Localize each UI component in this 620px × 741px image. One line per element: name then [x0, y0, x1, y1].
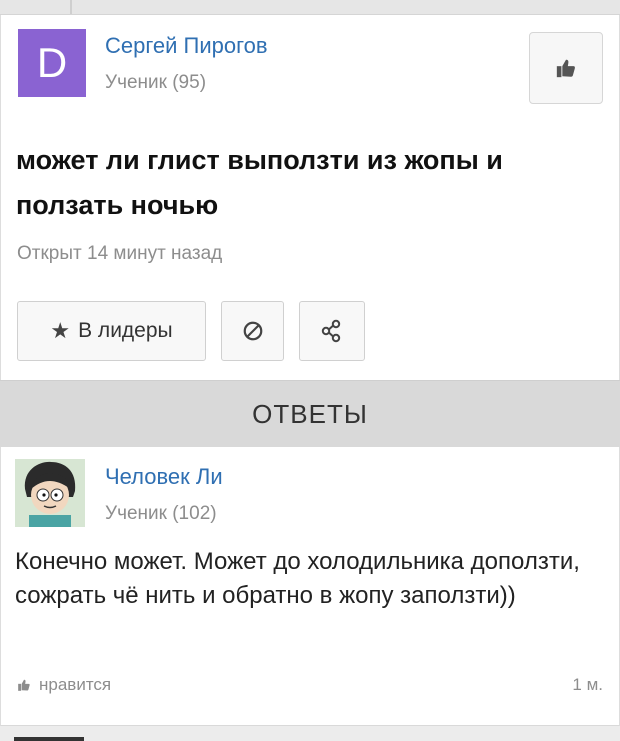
next-answer-edge — [0, 726, 620, 741]
answer-author-avatar[interactable] — [15, 459, 85, 527]
question-title: может ли глист выползти из жопы и ползат… — [16, 145, 503, 220]
answers-header: ОТВЕТЫ — [0, 380, 620, 448]
to-leaders-button[interactable]: ★ В лидеры — [17, 301, 206, 361]
answer-like-button[interactable]: нравится — [17, 675, 111, 695]
top-strip — [0, 0, 620, 15]
next-avatar-edge — [14, 737, 84, 741]
block-icon — [243, 321, 262, 341]
star-icon: ★ — [50, 318, 71, 343]
answer-time: 1 м. — [572, 675, 603, 694]
answer-card: Человек Ли Ученик (102) Конечно может. М… — [0, 447, 620, 726]
author-name[interactable]: Сергей Пирогов — [105, 33, 268, 59]
answer-text: Конечно может. Может до холодильника доп… — [15, 548, 580, 609]
answer-like-label: нравится — [39, 675, 112, 694]
strip-divider — [70, 0, 72, 14]
author-rank: Ученик (95) — [105, 72, 207, 93]
thumbs-up-icon — [18, 679, 30, 691]
question-card: D Сергей Пирогов Ученик (95) может ли гл… — [0, 15, 620, 380]
share-button[interactable] — [299, 301, 365, 361]
like-button[interactable] — [529, 32, 603, 104]
answer-author-name[interactable]: Человек Ли — [105, 464, 223, 490]
to-leaders-label: В лидеры — [78, 319, 173, 342]
block-button[interactable] — [221, 301, 284, 361]
share-icon — [321, 319, 341, 343]
author-avatar[interactable]: D — [18, 29, 86, 97]
question-timestamp: Открыт 14 минут назад — [17, 243, 223, 264]
thumbs-up-icon — [556, 59, 575, 78]
answer-author-rank: Ученик (102) — [105, 503, 217, 524]
